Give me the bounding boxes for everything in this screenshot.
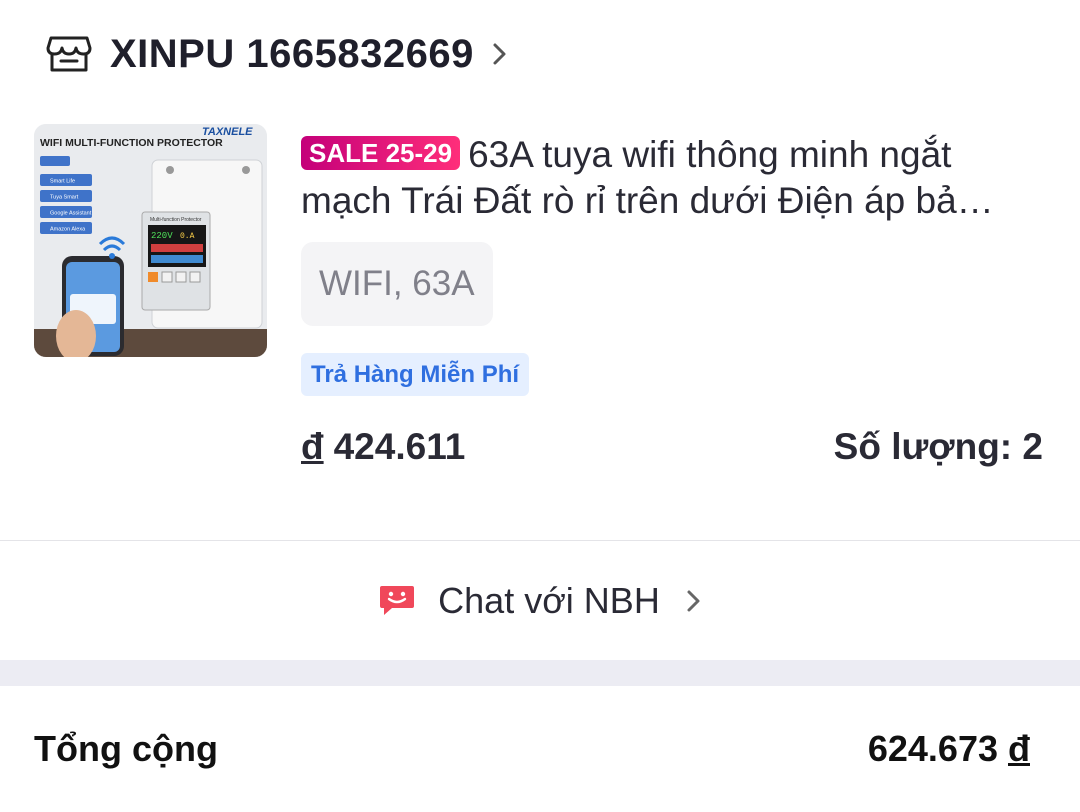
variant-tag[interactable]: WIFI, 63A [301, 242, 493, 326]
chevron-right-icon [686, 587, 702, 615]
image-voltage-reading: 220V [151, 231, 173, 241]
image-device-label: Multi-function Protector [150, 217, 202, 223]
sale-badge: SALE 25-29 [301, 136, 461, 170]
image-current-reading: 0.A [180, 232, 195, 241]
section-separator [0, 660, 1080, 686]
shop-header[interactable]: XINPU 1665832669 [0, 0, 1080, 108]
order-total-row: Tổng cộng 624.673 đ [0, 686, 1080, 812]
image-app-label: Smart Life [50, 179, 75, 185]
shop-name: XINPU 1665832669 [110, 31, 474, 76]
image-app-label: Amazon Alexa [50, 227, 86, 233]
chat-bubble-icon [378, 584, 416, 618]
price-value: 424.611 [333, 426, 466, 467]
image-banner-text: WIFI MULTI-FUNCTION PROTECTOR [40, 137, 223, 149]
total-label: Tổng cộng [34, 728, 218, 769]
chat-label: Chat với NBH [438, 579, 660, 621]
image-brand-text: TAXNELE [202, 126, 253, 138]
product-title[interactable]: SALE 25-29 63A tuya wifi thông minh ngắt … [301, 132, 1041, 224]
image-app-label: Google Assistant [50, 211, 92, 217]
currency-symbol: đ [301, 426, 324, 467]
currency-symbol: đ [1008, 728, 1030, 769]
total-amount: 624.673 [867, 728, 998, 769]
product-item[interactable]: WIFI MULTI-FUNCTION PROTECTOR TAXNELE Sm… [0, 108, 1080, 540]
total-value: 624.673 đ [868, 728, 1030, 770]
product-image[interactable]: WIFI MULTI-FUNCTION PROTECTOR TAXNELE Sm… [34, 124, 267, 357]
free-return-badge: Trả Hàng Miễn Phí [301, 353, 530, 396]
product-price: đ 424.611 [301, 426, 465, 468]
chat-seller-button[interactable]: Chat với NBH [0, 541, 1080, 660]
chevron-right-icon [492, 40, 508, 68]
image-app-label: Tuya Smart [50, 195, 79, 201]
quantity-label: Số lượng: 2 [833, 426, 1043, 467]
store-icon [46, 34, 92, 74]
